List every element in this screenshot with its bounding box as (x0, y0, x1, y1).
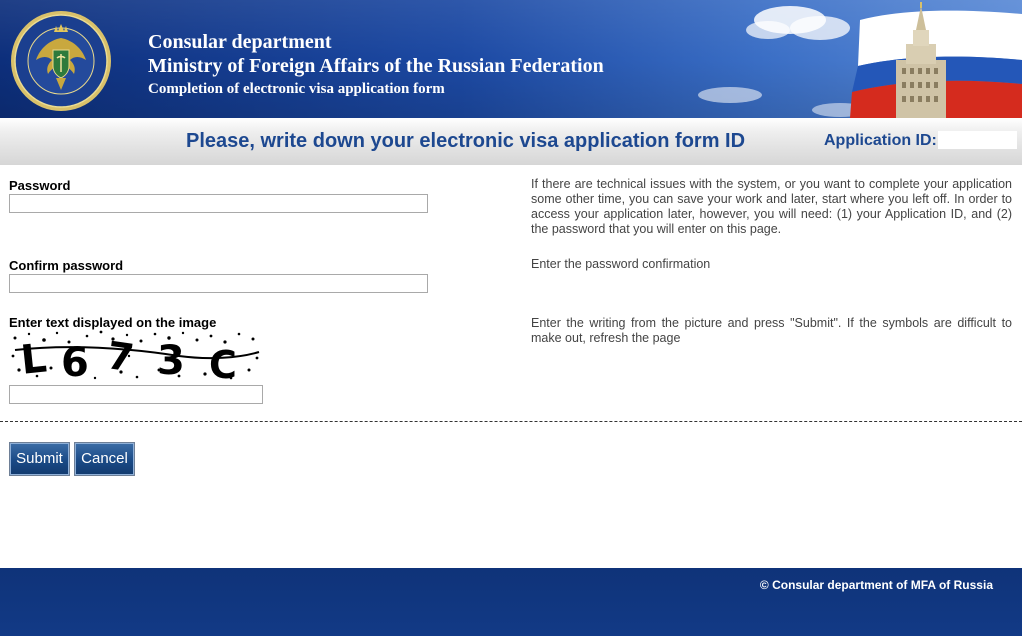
submit-button[interactable]: Submit (9, 442, 70, 476)
captcha-help-text: Enter the writing from the picture and p… (531, 316, 1012, 345)
confirm-password-input[interactable] (9, 274, 428, 293)
password-label: Password (9, 178, 71, 193)
password-input[interactable] (9, 194, 428, 213)
header-line-3: Completion of electronic visa applicatio… (148, 81, 445, 97)
confirm-password-label: Confirm password (9, 258, 124, 273)
header-line-1: Consular department (148, 31, 332, 53)
flag-and-building-image (698, 2, 1022, 118)
application-id-value (938, 131, 1017, 149)
header-title-block: Consular department Ministry of Foreign … (148, 30, 604, 99)
mfa-consular-emblem-icon (11, 11, 111, 111)
application-id-label: Application ID: (824, 132, 937, 149)
password-help-text: If there are technical issues with the s… (531, 177, 1012, 236)
header-line-2: Ministry of Foreign Affairs of the Russi… (148, 55, 604, 77)
form-divider (0, 421, 1022, 422)
captcha-char: C (209, 343, 237, 382)
captcha-input[interactable] (9, 385, 263, 404)
captcha-image: L 6 7 3 C (9, 330, 261, 382)
site-header: Consular department Ministry of Foreign … (0, 0, 1022, 118)
captcha-label: Enter text displayed on the image (9, 315, 217, 330)
footer-copyright: © Consular department of MFA of Russia (759, 578, 993, 592)
page-title: Please, write down your electronic visa … (186, 130, 746, 152)
confirm-help-text: Enter the password confirmation (531, 257, 711, 271)
cancel-button[interactable]: Cancel (74, 442, 135, 476)
captcha-char: L (19, 335, 49, 382)
site-footer: © Consular department of MFA of Russia (0, 568, 1022, 636)
captcha-char: 3 (157, 338, 185, 382)
title-bar: Please, write down your electronic visa … (0, 118, 1022, 165)
